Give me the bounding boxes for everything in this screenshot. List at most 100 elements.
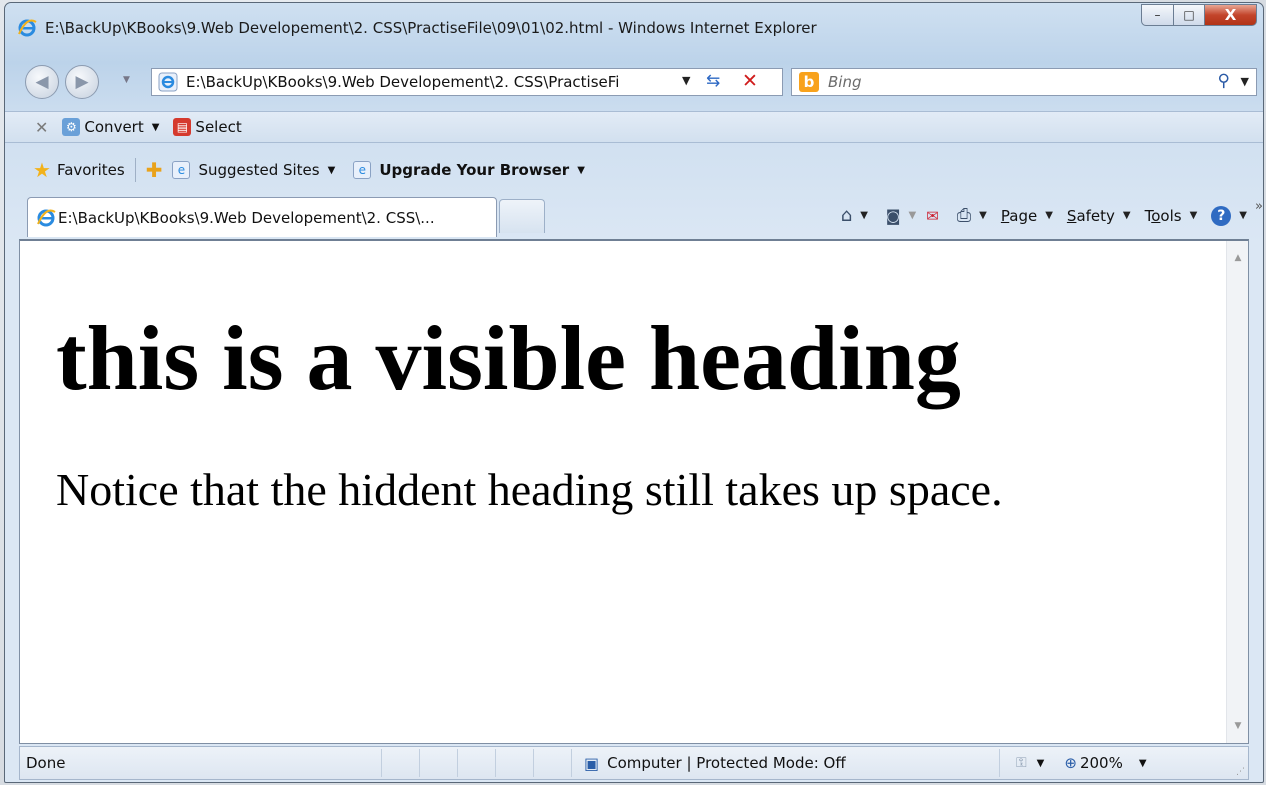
print-dropdown-icon[interactable]: ▼ <box>979 210 987 221</box>
tab-bar: E:\BackUp\KBooks\9.Web Developement\2. C… <box>5 193 1263 239</box>
convert-dropdown-icon[interactable]: ▼ <box>152 122 160 133</box>
resize-grip-icon[interactable]: ⋰ <box>1236 767 1245 777</box>
print-icon[interactable]: ⎙ <box>957 205 971 226</box>
safety-menu-rest: afety <box>1076 206 1115 225</box>
new-tab-button[interactable] <box>499 199 545 233</box>
search-icon[interactable]: ⚲ <box>1218 71 1230 91</box>
minimize-button[interactable]: – <box>1141 4 1174 26</box>
home-dropdown-icon[interactable]: ▼ <box>860 210 868 221</box>
navigation-bar: ◀ ▶ ▼ E:\BackUp\KBooks\9.Web Developemen… <box>5 61 1263 101</box>
help-dropdown-icon[interactable]: ▼ <box>1239 210 1247 221</box>
status-pane <box>419 749 457 777</box>
title-bar: E:\BackUp\KBooks\9.Web Developement\2. C… <box>5 3 1263 59</box>
suggested-dropdown-icon: ▼ <box>327 164 336 176</box>
convert-button[interactable]: ⚙ Convert ▼ <box>62 118 159 136</box>
page-menu-rest: age <box>1009 206 1038 225</box>
status-pane <box>533 749 571 777</box>
popup-blocker-icon[interactable]: ⚿ <box>1016 755 1027 771</box>
zoom-control[interactable]: ⊕ 200% ▼ <box>1064 754 1146 772</box>
select-label: Select <box>195 118 242 136</box>
security-zone[interactable]: ▣ Computer | Protected Mode: Off <box>571 749 999 777</box>
search-box[interactable]: b Bing ⚲ ▼ <box>791 68 1257 96</box>
convert-icon: ⚙ <box>62 118 81 136</box>
safety-menu[interactable]: Safety <box>1067 207 1115 225</box>
tab-ie-icon <box>36 208 56 228</box>
back-button[interactable]: ◀ <box>25 65 59 99</box>
select-pdf-icon: ▤ <box>173 118 192 136</box>
tools-dropdown-icon[interactable]: ▼ <box>1190 210 1198 221</box>
forward-arrow-icon: ▶ <box>75 72 89 92</box>
maximize-button[interactable]: □ <box>1174 4 1205 26</box>
close-button[interactable]: X <box>1205 4 1257 26</box>
feeds-dropdown-icon[interactable]: ▼ <box>908 210 916 221</box>
safety-dropdown-icon[interactable]: ▼ <box>1123 210 1131 221</box>
tools-menu[interactable]: Tools <box>1145 207 1182 225</box>
zoom-dropdown-icon[interactable]: ▼ <box>1139 758 1147 769</box>
search-options-dropdown-icon[interactable]: ▼ <box>1241 75 1249 88</box>
read-mail-icon[interactable]: ✉ <box>926 207 939 225</box>
convert-label: Convert <box>84 118 144 136</box>
favorites-separator <box>134 158 136 182</box>
zoom-icon: ⊕ <box>1064 754 1077 772</box>
scroll-up-arrow-icon[interactable]: ▲ <box>1227 247 1249 269</box>
tools-menu-post: ols <box>1160 206 1182 225</box>
page-menu[interactable]: Page <box>1001 207 1037 225</box>
status-bar: Done ▣ Computer | Protected Mode: Off ⚿ … <box>19 746 1249 780</box>
vertical-scrollbar[interactable]: ▲ ▼ <box>1226 241 1248 743</box>
address-dropdown-icon[interactable]: ▼ <box>682 74 690 87</box>
upgrade-browser-label: Upgrade Your Browser <box>379 161 570 179</box>
favorites-bar: ★ Favorites ✚ e Suggested Sites ▼ e Upgr… <box>5 153 1263 187</box>
bing-logo-icon: b <box>799 72 819 92</box>
ie-page-icon: e <box>172 161 191 179</box>
favorites-star-icon: ★ <box>33 158 51 182</box>
status-text: Done <box>26 754 66 772</box>
address-bar[interactable]: E:\BackUp\KBooks\9.Web Developement\2. C… <box>151 68 783 96</box>
scroll-down-arrow-icon[interactable]: ▼ <box>1227 715 1249 737</box>
help-icon[interactable]: ? <box>1211 205 1232 226</box>
close-toolbar-icon[interactable]: ✕ <box>35 118 48 137</box>
page-icon <box>158 72 178 92</box>
upgrade-dropdown-icon: ▼ <box>577 164 585 176</box>
refresh-icon[interactable]: ⇆ <box>706 71 720 91</box>
home-icon[interactable]: ⌂ <box>841 205 852 226</box>
window-title: E:\BackUp\KBooks\9.Web Developement\2. C… <box>45 19 817 37</box>
ie-page-icon: e <box>353 161 372 179</box>
page-viewport: this is a visible heading Notice that th… <box>19 239 1249 744</box>
status-pane <box>495 749 533 777</box>
forward-button[interactable]: ▶ <box>65 65 99 99</box>
address-input[interactable]: E:\BackUp\KBooks\9.Web Developement\2. C… <box>186 73 666 91</box>
browser-window: E:\BackUp\KBooks\9.Web Developement\2. C… <box>4 2 1264 783</box>
add-favorite-icon: ✚ <box>145 158 163 182</box>
tab-label: E:\BackUp\KBooks\9.Web Developement\2. C… <box>58 208 435 227</box>
suggested-sites-button[interactable]: e Suggested Sites ▼ <box>172 161 335 179</box>
back-arrow-icon: ◀ <box>35 72 49 92</box>
security-zone-label: Computer | Protected Mode: Off <box>607 754 846 772</box>
computer-icon: ▣ <box>584 753 600 773</box>
stop-icon[interactable]: ✕ <box>742 70 758 92</box>
command-bar: ✕ ⚙ Convert ▼ ▤ Select <box>5 111 1263 143</box>
search-input[interactable]: Bing <box>828 73 862 91</box>
upgrade-browser-button[interactable]: e Upgrade Your Browser ▼ <box>353 161 585 179</box>
more-commands-chevron-icon[interactable]: » <box>1255 199 1263 214</box>
ie-logo-icon <box>17 18 37 38</box>
status-tools: ⚿ ▼ ⊕ 200% ▼ <box>999 749 1147 777</box>
recent-pages-dropdown[interactable]: ▼ <box>123 75 130 85</box>
suggested-sites-label: Suggested Sites <box>198 161 320 179</box>
favorites-button[interactable]: ★ Favorites <box>33 158 125 182</box>
add-to-favorites-button[interactable]: ✚ <box>146 158 169 182</box>
active-tab[interactable]: E:\BackUp\KBooks\9.Web Developement\2. C… <box>27 197 497 237</box>
page-heading: this is a visible heading <box>56 307 961 409</box>
safety-menu-accel: S <box>1066 206 1077 225</box>
feeds-icon[interactable]: ◙ <box>886 207 901 225</box>
command-toolbar: ⌂ ▼ ◙ ▼ ✉ ⎙ ▼ Page ▼ Safety ▼ Tools ▼ ? … <box>831 205 1247 226</box>
zoom-level: 200% <box>1079 754 1123 772</box>
status-pane <box>457 749 495 777</box>
select-button[interactable]: ▤ Select <box>173 118 242 136</box>
status-pane <box>381 749 419 777</box>
popup-dropdown-icon[interactable]: ▼ <box>1037 758 1045 769</box>
page-paragraph: Notice that the hiddent heading still ta… <box>56 464 1003 515</box>
window-controls: – □ X <box>1141 4 1257 26</box>
page-menu-accel: P <box>1000 206 1010 225</box>
favorites-label: Favorites <box>56 161 125 179</box>
page-dropdown-icon[interactable]: ▼ <box>1045 210 1053 221</box>
